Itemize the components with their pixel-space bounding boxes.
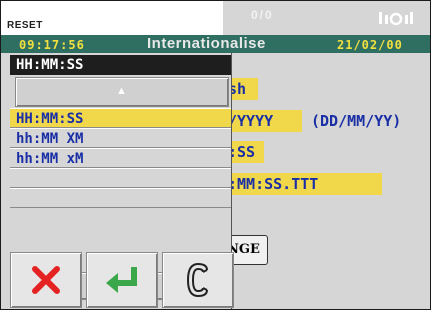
reset-label[interactable]: RESET <box>7 20 43 31</box>
option-empty[interactable] <box>10 168 231 188</box>
clear-button[interactable] <box>162 252 234 308</box>
option-hh-mm-xm-upper[interactable]: hh:MM XM <box>10 128 231 148</box>
alarm-counter: 0/0 <box>251 8 274 22</box>
clear-c-icon <box>186 262 208 298</box>
clock-time: 09:17:56 <box>19 38 85 52</box>
action-bar <box>2 252 234 308</box>
timestamp-format-field[interactable]: :MM:SS.TTT <box>226 173 382 195</box>
dropdown-options: HH:MM:SS hh:MM XM hh:MM xM <box>10 108 231 208</box>
clock-date: 21/02/00 <box>337 38 403 52</box>
cancel-button[interactable] <box>10 252 82 308</box>
status-bar: 09:17:56 Internationalise 21/02/00 <box>1 35 430 53</box>
option-hh-mm-ss[interactable]: HH:MM:SS <box>10 108 231 128</box>
confirm-button[interactable] <box>86 252 158 308</box>
top-bar: RESET 0/0 <box>1 1 430 35</box>
option-empty[interactable] <box>10 188 231 208</box>
date-format-hint: (DD/MM/YY) <box>311 112 402 130</box>
dropdown-current-value: HH:MM:SS <box>10 55 231 75</box>
date-format-field[interactable]: /YYYY <box>226 110 302 132</box>
cross-icon <box>32 266 60 294</box>
enter-arrow-icon <box>106 267 137 293</box>
signal-strength-icon <box>379 12 413 26</box>
option-hh-mm-xm-lower[interactable]: hh:MM xM <box>10 148 231 168</box>
up-arrow-icon: ▲ <box>116 85 127 97</box>
page-title: Internationalise <box>147 35 266 52</box>
scroll-up-button[interactable]: ▲ <box>15 77 229 107</box>
